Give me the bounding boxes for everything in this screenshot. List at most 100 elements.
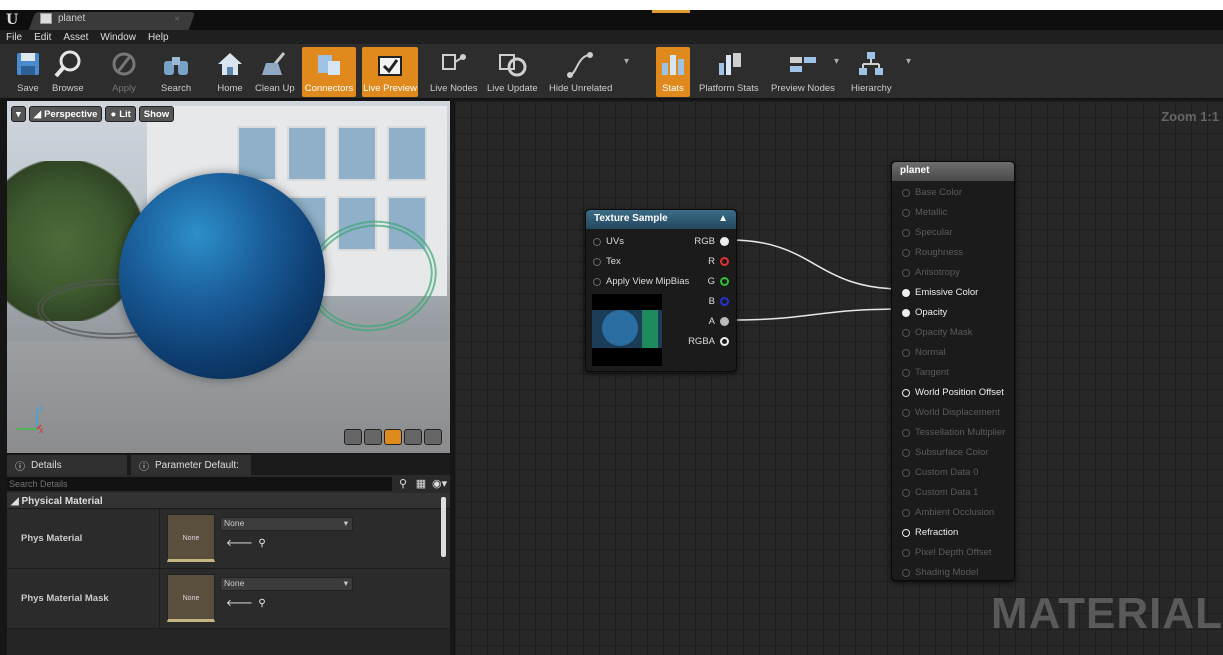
material-graph-canvas[interactable]: Zoom 1:1 MATERIAL Texture Sample ▲ UVs T… [455, 101, 1223, 655]
stats-button[interactable]: Stats [656, 47, 690, 97]
live-nodes-button[interactable]: Live Nodes [427, 47, 481, 97]
browse-asset-icon[interactable]: ⚲ [258, 598, 265, 609]
texture-sample-node[interactable]: Texture Sample ▲ UVs Tex Apply View MipB… [585, 209, 737, 372]
node-wires [729, 239, 903, 321]
view-options-eye-icon[interactable]: ◉▾ [432, 477, 447, 491]
preview-viewport[interactable]: ▾ ◢ Perspective ● Lit Show z x [7, 101, 450, 453]
active-window-indicator [652, 10, 690, 13]
search-icon[interactable]: ⚲ [396, 477, 410, 491]
input-subsurface-color[interactable]: Subsurface Color [902, 447, 988, 458]
pin-a-out[interactable]: A [709, 316, 729, 327]
pin-apply-view-mipbias[interactable]: Apply View MipBias [593, 276, 689, 287]
input-custom-data-0[interactable]: Custom Data 0 [902, 467, 978, 478]
sphere-preview-button[interactable] [364, 429, 382, 445]
hierarchy-button[interactable]: Hierarchy [848, 47, 895, 97]
perspective-button[interactable]: ◢ Perspective [28, 106, 103, 122]
custom-mesh-preview-button[interactable] [424, 429, 442, 445]
input-ambient-occlusion[interactable]: Ambient Occlusion [902, 507, 994, 518]
cube-preview-button[interactable] [404, 429, 422, 445]
input-pixel-depth-offset[interactable]: Pixel Depth Offset [902, 547, 991, 558]
menu-window[interactable]: Window [100, 32, 136, 43]
asset-picker-combo[interactable]: None [220, 577, 353, 591]
input-refraction[interactable]: Refraction [902, 527, 958, 538]
menu-edit[interactable]: Edit [34, 32, 51, 43]
tab-close-icon[interactable]: × [174, 14, 180, 25]
hierarchy-icon [859, 52, 884, 75]
material-output-node[interactable]: planet Base Color Metallic Specular Roug… [891, 161, 1015, 581]
texture-sample-header[interactable]: Texture Sample ▲ [586, 210, 736, 229]
asset-picker-combo[interactable]: None [220, 517, 353, 531]
category-physical-material[interactable]: ◢ Physical Material [7, 493, 450, 509]
title-bar: U planet × [0, 0, 1223, 30]
input-shading-model[interactable]: Shading Model [902, 567, 978, 578]
input-metallic[interactable]: Metallic [902, 207, 947, 218]
hierarchy-dropdown-icon[interactable]: ▾ [906, 56, 911, 67]
plane-preview-button[interactable] [384, 429, 402, 445]
input-tangent[interactable]: Tangent [902, 367, 949, 378]
input-pin-icon [902, 368, 910, 377]
input-opacity[interactable]: Opacity [902, 307, 947, 318]
tab-parameter-defaults[interactable]: ⓘ Parameter Default: [131, 455, 251, 475]
cylinder-preview-button[interactable] [344, 429, 362, 445]
input-opacity-mask[interactable]: Opacity Mask [902, 327, 973, 338]
preview-nodes-dropdown-icon[interactable]: ▾ [834, 56, 839, 67]
pin-tex[interactable]: Tex [593, 256, 621, 267]
platform-stats-button[interactable]: Platform Stats [696, 47, 762, 97]
preview-nodes-button[interactable]: Preview Nodes [768, 47, 838, 97]
live-preview-button[interactable]: Live Preview [362, 47, 418, 97]
pin-r-out[interactable]: R [708, 256, 729, 267]
input-custom-data-1[interactable]: Custom Data 1 [902, 487, 978, 498]
search-button[interactable]: Search [158, 47, 194, 97]
menu-file[interactable]: File [6, 32, 22, 43]
asset-thumbnail[interactable]: None [167, 514, 215, 562]
pin-b-out[interactable]: B [709, 296, 729, 307]
pin-uvs[interactable]: UVs [593, 236, 624, 247]
property-matrix-icon[interactable]: ▦ [414, 477, 428, 491]
input-anisotropy[interactable]: Anisotropy [902, 267, 960, 278]
live-update-button[interactable]: Live Update [484, 47, 541, 97]
property-row-phys-material-mask: Phys Material Mask None None 🡐 ⚲ [7, 569, 450, 629]
pin-rgb-out[interactable]: RGB [694, 236, 729, 247]
viewport-menu-button[interactable]: ▾ [11, 106, 26, 122]
apply-button[interactable]: Apply [106, 47, 142, 97]
collapse-triangle-icon[interactable]: ▲ [718, 213, 728, 226]
lit-button[interactable]: ● Lit [105, 106, 136, 122]
input-tessellation-multiplier[interactable]: Tessellation Multiplier [902, 427, 1005, 438]
search-details-input[interactable] [7, 477, 392, 491]
input-roughness[interactable]: Roughness [902, 247, 963, 258]
pin-rgba-out[interactable]: RGBA [688, 336, 729, 347]
input-specular[interactable]: Specular [902, 227, 953, 238]
live-preview-icon [378, 56, 402, 76]
browse-button[interactable]: Browse [49, 47, 87, 97]
input-world-position-offset[interactable]: World Position Offset [902, 387, 1004, 398]
input-pin-icon [902, 408, 910, 417]
show-button[interactable]: Show [138, 106, 175, 122]
tab-details[interactable]: ⓘ Details [7, 455, 127, 475]
asset-thumbnail[interactable]: None [167, 574, 215, 622]
parameter-info-icon: ⓘ [139, 461, 149, 473]
use-selected-arrow-icon[interactable]: 🡐 [226, 598, 253, 609]
browse-asset-icon[interactable]: ⚲ [258, 538, 265, 549]
menu-asset[interactable]: Asset [63, 32, 88, 43]
details-tab-bar: ⓘ Details ⓘ Parameter Default: [7, 455, 450, 475]
input-pin-icon [902, 288, 910, 297]
material-output-header[interactable]: planet [892, 162, 1014, 181]
cleanup-button[interactable]: Clean Up [252, 47, 298, 97]
hide-unrelated-button[interactable]: Hide Unrelated [546, 47, 615, 97]
input-pin-icon [902, 568, 910, 577]
input-world-displacement[interactable]: World Displacement [902, 407, 1000, 418]
wire-rgb-to-emissive [729, 239, 903, 290]
input-normal[interactable]: Normal [902, 347, 946, 358]
input-emissive-color[interactable]: Emissive Color [902, 287, 978, 298]
connectors-button[interactable]: Connectors [302, 47, 356, 97]
input-base-color[interactable]: Base Color [902, 187, 962, 198]
home-button[interactable]: Home [212, 47, 248, 97]
document-tab-label[interactable]: planet [40, 13, 85, 24]
hide-unrelated-dropdown-icon[interactable]: ▾ [624, 56, 629, 67]
output-pin-icon [720, 297, 729, 306]
use-selected-arrow-icon[interactable]: 🡐 [226, 538, 253, 549]
menu-help[interactable]: Help [148, 32, 169, 43]
details-scrollbar[interactable] [441, 497, 446, 557]
save-button[interactable]: Save [10, 47, 46, 97]
pin-g-out[interactable]: G [708, 276, 729, 287]
